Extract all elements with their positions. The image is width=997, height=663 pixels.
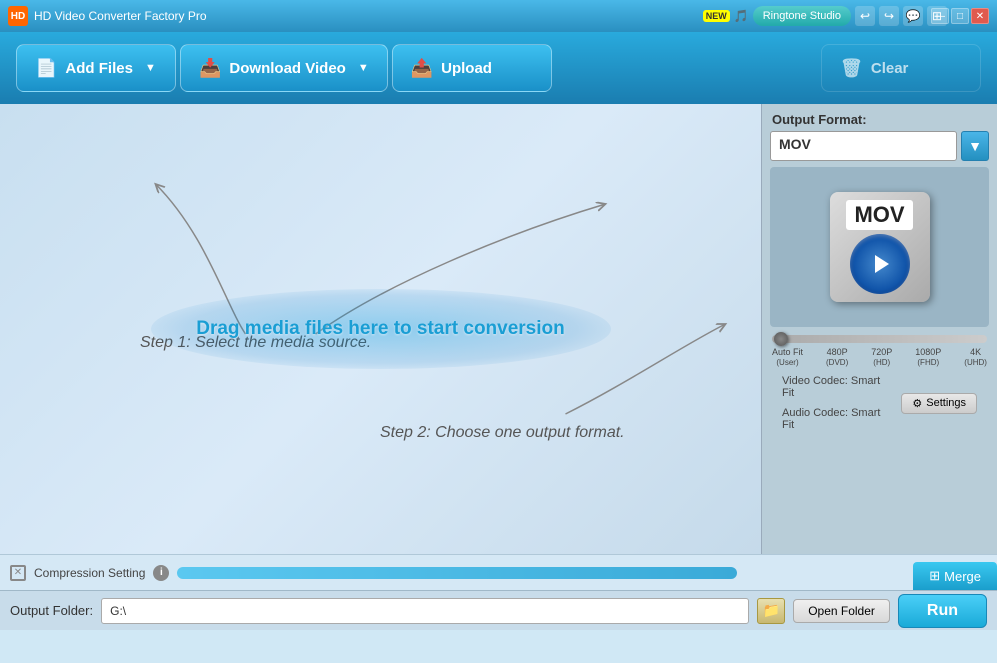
compression-info-button[interactable]: i (153, 565, 169, 581)
add-files-label: Add Files (65, 60, 133, 77)
quality-label-auto: Auto Fit(User) (772, 347, 803, 367)
compression-bar: ✕ Compression Setting i ⊞ Merge (0, 554, 997, 590)
compression-label: Compression Setting (34, 566, 145, 580)
add-files-button[interactable]: 📄 Add Files ▼ (16, 44, 176, 92)
compression-progress-bar (177, 567, 737, 579)
upload-label: Upload (441, 60, 492, 77)
open-folder-button[interactable]: Open Folder (793, 599, 890, 623)
format-icon-area: MOV (770, 167, 989, 327)
quality-label-1080p: 1080P(FHD) (915, 347, 941, 367)
output-path-display: G:\ (101, 598, 749, 624)
quality-slider-thumb[interactable] (774, 332, 788, 346)
merge-button[interactable]: ⊞ Merge (913, 562, 997, 590)
download-video-button[interactable]: 📥 Download Video ▼ (180, 44, 388, 92)
ringtone-studio-button[interactable]: Ringtone Studio (753, 6, 851, 26)
compression-checkbox[interactable]: ✕ (10, 565, 26, 581)
quality-labels: Auto Fit(User) 480P(DVD) 720P(HD) 1080P(… (772, 347, 987, 367)
download-video-label: Download Video (229, 60, 345, 77)
mov-label: MOV (846, 200, 912, 230)
browse-folder-button[interactable]: 📁 (757, 598, 785, 624)
audio-codec: Audio Codec: Smart Fit (772, 403, 901, 435)
mov-icon: MOV (830, 192, 930, 302)
message-button[interactable]: 💬 (903, 6, 923, 26)
download-video-icon: 📥 (199, 58, 221, 79)
right-panel: Output Format: MOV ▼ MOV Auto Fit(User) … (761, 104, 997, 554)
merge-icon: ⊞ (929, 568, 940, 584)
output-path-text: G:\ (110, 604, 126, 618)
download-video-arrow: ▼ (358, 62, 369, 74)
run-button[interactable]: Run (898, 594, 987, 628)
content-area[interactable]: Step 1: Select the media source. Step 2:… (0, 104, 761, 554)
clear-icon: 🗑 (840, 58, 863, 79)
output-format-label: Output Format: (762, 104, 997, 131)
clear-button[interactable]: 🗑 Clear (821, 44, 981, 92)
redo-button[interactable]: ↪ (879, 6, 899, 26)
undo-button[interactable]: ↩ (855, 6, 875, 26)
merge-label: Merge (944, 569, 981, 584)
upload-button[interactable]: 📤 Upload (392, 44, 552, 92)
close-button[interactable]: ✕ (971, 8, 989, 24)
quality-label-480p: 480P(DVD) (826, 347, 848, 367)
format-dropdown-button[interactable]: ▼ (961, 131, 989, 161)
codec-settings-row: Video Codec: Smart Fit Audio Codec: Smar… (762, 371, 997, 439)
maximize-button[interactable]: □ (951, 8, 969, 24)
quality-label-720p: 720P(HD) (871, 347, 892, 367)
settings-label: Settings (926, 397, 966, 409)
codec-info: Video Codec: Smart Fit Audio Codec: Smar… (772, 371, 901, 435)
main-area: Step 1: Select the media source. Step 2:… (0, 104, 997, 554)
format-select-row: MOV ▼ (762, 131, 997, 167)
drag-text: Drag media files here to start conversio… (196, 318, 565, 340)
settings-button[interactable]: ⚙ Settings (901, 393, 977, 414)
top-right-bar: NEW 🎵 Ringtone Studio ↩ ↪ 💬 ⊞ (703, 0, 947, 32)
app-icon: HD (8, 6, 28, 26)
upload-icon: 📤 (411, 58, 433, 79)
quality-area: Auto Fit(User) 480P(DVD) 720P(HD) 1080P(… (762, 327, 997, 371)
add-files-icon: 📄 (35, 58, 57, 79)
video-codec: Video Codec: Smart Fit (772, 371, 901, 403)
quality-slider-track[interactable] (772, 335, 987, 343)
add-files-arrow: ▼ (145, 62, 156, 74)
title-bar: HD HD Video Converter Factory Pro NEW 🎵 … (0, 0, 997, 32)
format-select[interactable]: MOV (770, 131, 957, 161)
output-folder-label: Output Folder: (10, 603, 93, 618)
quality-label-4k: 4K(UHD) (964, 347, 987, 367)
app-icon-text: HD (11, 11, 25, 22)
new-badge: NEW (703, 10, 730, 22)
toolbar: 📄 Add Files ▼ 📥 Download Video ▼ 📤 Uploa… (0, 32, 997, 104)
step2-text: Step 2: Choose one output format. (380, 424, 625, 442)
quicktime-icon (850, 234, 910, 294)
drag-drop-area[interactable]: Drag media files here to start conversio… (151, 289, 611, 369)
gear-icon: ⚙ (912, 397, 922, 410)
ringtone-icon: 🎵 (734, 9, 749, 23)
output-bar: Output Folder: G:\ 📁 Open Folder Run (0, 590, 997, 630)
grid-button[interactable]: ⊞ (927, 6, 947, 26)
clear-label: Clear (871, 60, 909, 77)
